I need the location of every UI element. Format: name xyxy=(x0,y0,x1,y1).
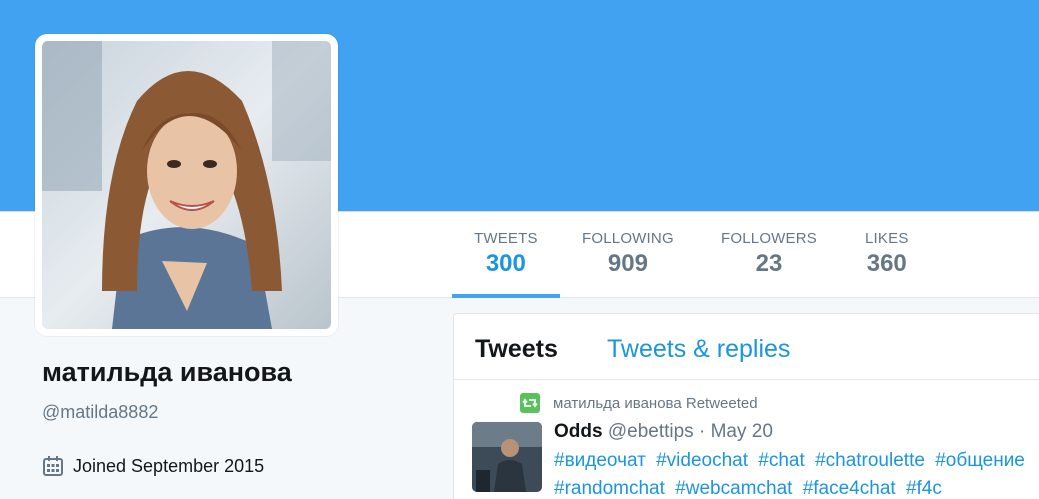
stat-tweets-value: 300 xyxy=(485,250,526,277)
retweet-icon xyxy=(520,393,540,413)
stat-followers-value: 23 xyxy=(755,250,783,277)
tweet-author-handle[interactable]: @ebettips xyxy=(608,421,694,442)
profile-name[interactable]: матильда иванова xyxy=(42,357,292,388)
timeline-panel: Tweets Tweets & replies матильда иванова… xyxy=(453,313,1039,499)
stat-tweets[interactable]: TWEETS 300 xyxy=(474,230,538,278)
retweet-context: матильда иванова Retweeted xyxy=(520,393,758,413)
tab-tweets-and-replies[interactable]: Tweets & replies xyxy=(607,335,790,364)
tab-tweets[interactable]: Tweets xyxy=(475,335,558,364)
hashtag-link[interactable]: #chatroulette xyxy=(815,450,925,471)
profile-avatar-frame[interactable] xyxy=(35,34,338,336)
stat-tweets-label: TWEETS xyxy=(474,230,538,247)
hashtag-link[interactable]: #chat xyxy=(758,450,804,471)
tweet-author-avatar[interactable] xyxy=(472,422,542,492)
profile-avatar xyxy=(42,41,331,329)
stat-likes[interactable]: LIKES 360 xyxy=(865,230,909,278)
stat-following-label: FOLLOWING xyxy=(582,230,674,247)
tweet-separator: · xyxy=(693,421,711,442)
stat-followers[interactable]: FOLLOWERS 23 xyxy=(721,230,817,278)
hashtag-link[interactable]: #webcamchat xyxy=(675,478,792,499)
profile-handle[interactable]: @matilda8882 xyxy=(42,402,158,423)
calendar-icon xyxy=(43,456,63,476)
retweet-label[interactable]: матильда иванова Retweeted xyxy=(553,395,758,412)
hashtag-link[interactable]: #общение xyxy=(935,450,1025,471)
hashtag-link[interactable]: #видеочат xyxy=(554,450,646,471)
tweet-header: Odds @ebettips · May 20 xyxy=(554,421,773,443)
stat-followers-label: FOLLOWERS xyxy=(721,230,817,247)
profile-joined-text: Joined September 2015 xyxy=(73,455,265,476)
active-stat-underline xyxy=(452,294,560,298)
hashtag-link[interactable]: #videochat xyxy=(656,450,748,471)
profile-joined: Joined September 2015 xyxy=(42,455,264,477)
stat-following-value: 909 xyxy=(607,250,648,277)
tweet-text: #видеочат #videochat #chat #chatroulette… xyxy=(554,447,1039,499)
tweet-date[interactable]: May 20 xyxy=(711,421,773,442)
timeline-tabs: Tweets Tweets & replies xyxy=(454,314,1039,380)
stat-likes-value: 360 xyxy=(866,250,907,277)
stat-following[interactable]: FOLLOWING 909 xyxy=(582,230,674,278)
stat-likes-label: LIKES xyxy=(865,230,909,247)
hashtag-link[interactable]: #f4c xyxy=(906,478,942,499)
hashtag-link[interactable]: #randomchat xyxy=(554,478,665,499)
tweet-author-name[interactable]: Odds xyxy=(554,421,603,442)
hashtag-link[interactable]: #face4chat xyxy=(803,478,896,499)
